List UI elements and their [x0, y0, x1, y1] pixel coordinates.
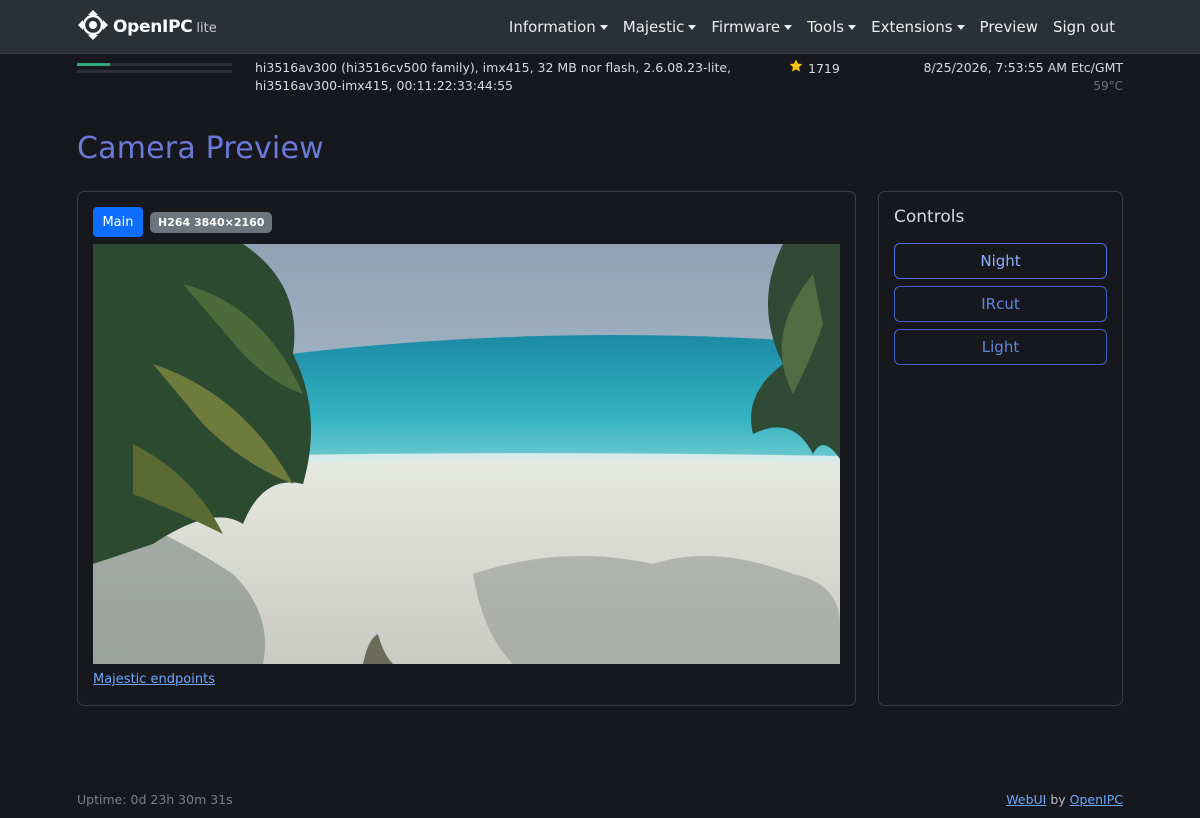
nav-label: Tools [807, 18, 845, 36]
nav-preview[interactable]: Preview [980, 18, 1038, 36]
caret-down-icon [784, 25, 793, 30]
caret-down-icon [688, 25, 697, 30]
star-count[interactable]: 1719 [789, 59, 840, 78]
nav-label: Sign out [1052, 18, 1115, 36]
progress-bar-1 [77, 63, 110, 66]
nav-label: Firmware [711, 18, 781, 36]
footer-credit: WebUI by OpenIPC [1006, 792, 1123, 807]
temperature: 59°C [1093, 79, 1123, 93]
nav-label: Extensions [871, 18, 953, 36]
light-button[interactable]: Light [894, 329, 1107, 365]
nav-information[interactable]: Information [509, 18, 608, 36]
brand-subtitle: lite [196, 21, 217, 36]
ircut-button[interactable]: IRcut [894, 286, 1107, 322]
majestic-endpoints-link[interactable]: Majestic endpoints [93, 672, 215, 687]
progress-track [77, 70, 232, 73]
controls-title: Controls [894, 207, 965, 227]
brand[interactable]: OpenIPC lite [77, 9, 217, 45]
nav-label: Majestic [622, 18, 685, 36]
resource-progress [77, 62, 232, 74]
datetime: 8/25/2026, 7:53:55 AM Etc/GMT [923, 60, 1124, 75]
caret-down-icon [956, 25, 965, 30]
webui-link[interactable]: WebUI [1006, 792, 1046, 807]
nav-label: Information [508, 18, 596, 36]
openipc-link[interactable]: OpenIPC [1070, 792, 1123, 807]
caret-down-icon [599, 25, 608, 30]
nav-firmware[interactable]: Firmware [711, 18, 793, 36]
camera-preview-image[interactable] [93, 244, 840, 664]
brand-name: OpenIPC [113, 17, 193, 37]
controls-card: Controls Night IRcut Light [878, 191, 1123, 706]
caret-down-icon [848, 25, 857, 30]
nav-tools[interactable]: Tools [807, 18, 857, 36]
uptime: Uptime: 0d 23h 30m 31s [77, 792, 233, 807]
night-button[interactable]: Night [894, 243, 1107, 279]
preview-card: Main H264 3840×2160 Majestic endpoints [77, 191, 856, 706]
star-icon [789, 59, 808, 78]
nav-majestic[interactable]: Majestic [623, 18, 697, 36]
main-nav: Information Majestic Firmware Tools Exte… [494, 0, 1115, 54]
main-stream-button[interactable]: Main [93, 207, 143, 237]
codec-badge: H264 3840×2160 [150, 212, 273, 233]
navbar: OpenIPC lite Information Majestic Firmwa… [0, 0, 1200, 54]
nav-sign-out[interactable]: Sign out [1053, 18, 1115, 36]
system-info: hi3516av300 (hi3516cv500 family), imx415… [255, 60, 732, 93]
nav-extensions[interactable]: Extensions [871, 18, 965, 36]
page-title: Camera Preview [77, 131, 324, 166]
star-count-value: 1719 [808, 60, 840, 76]
nav-label: Preview [979, 18, 1038, 36]
footer-by: by [1050, 792, 1066, 807]
openipc-logo-icon [77, 9, 109, 45]
